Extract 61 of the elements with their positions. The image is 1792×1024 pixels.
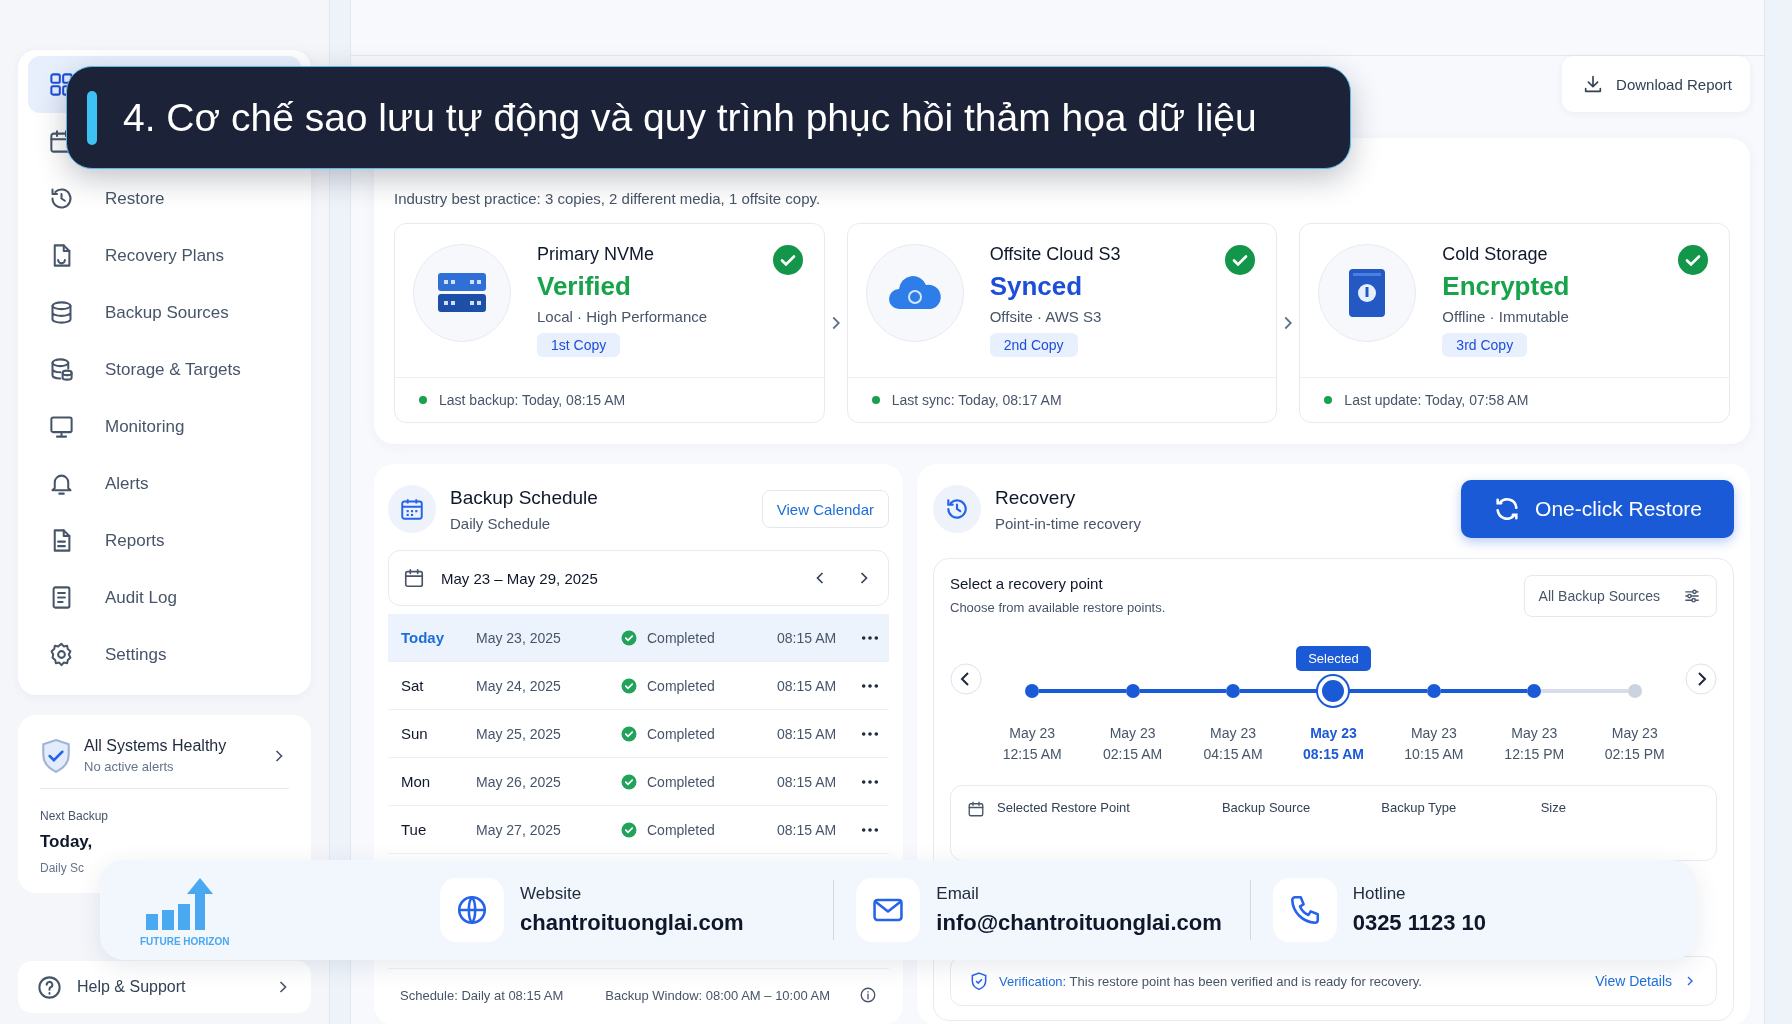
- contact-label: Hotline: [1352, 884, 1407, 904]
- copy-tag: 2nd Copy: [989, 333, 1078, 357]
- column-heading: Backup Type: [1381, 800, 1457, 815]
- day-label: Sun: [401, 725, 429, 742]
- column-heading: Size: [1540, 800, 1566, 815]
- storage-footer-text: Last backup: Today, 08:15 AM: [439, 392, 626, 408]
- date-range: May 23 – May 29, 2025: [441, 569, 599, 587]
- storage-status: Synced: [989, 271, 1083, 302]
- copy-tag: 3rd Copy: [1442, 333, 1528, 357]
- status-text: Completed: [647, 725, 716, 742]
- health-subtitle: No active alerts: [84, 759, 175, 774]
- verification-message: Verification: This restore point has been verified and is ready for recovery.: [999, 973, 1423, 989]
- storage-status: Encrypted: [1442, 271, 1570, 302]
- storage-footer-text: Last sync: Today, 08:17 AM: [891, 392, 1062, 408]
- day-label: Sat: [401, 677, 425, 694]
- recovery-subtitle: Point-in-time recovery: [995, 514, 1142, 532]
- day-label: Tue: [401, 821, 428, 838]
- status-text: Completed: [647, 821, 716, 838]
- backup-window-info: Backup Window: 08:00 AM – 10:00 AM: [605, 987, 832, 1003]
- banner-title: 4. Cơ chế sao lưu tự động và quy trình phục hồi thảm họa dữ liệu: [123, 95, 1257, 140]
- copy-tag: 1st Copy: [537, 333, 621, 357]
- column-heading: Backup Source: [1221, 800, 1311, 815]
- day-label: Today: [401, 629, 446, 646]
- storage-name: Offsite Cloud S3: [989, 244, 1121, 265]
- storage-detail: Offsite · AWS S3: [989, 308, 1102, 325]
- schedule-info: Schedule: Daily at 08:15 AM: [400, 987, 564, 1003]
- time-text: 08:15 AM: [777, 821, 838, 838]
- schedule-title: Backup Schedule: [450, 486, 599, 509]
- next-backup-label: Next Backup: [40, 809, 110, 823]
- status-text: Completed: [647, 677, 716, 694]
- next-backup-note: Daily Sc: [40, 861, 85, 875]
- storage-name: Primary NVMe: [537, 244, 654, 265]
- storage-status: Verified: [537, 271, 631, 302]
- contact-label: Website: [520, 884, 583, 904]
- storage-detail: Offline · Immutable: [1442, 308, 1569, 325]
- brand-name: FUTURE HORIZON: [140, 935, 230, 947]
- section-title: Select a recovery point: [950, 575, 1104, 592]
- time-text: 08:15 AM: [777, 725, 838, 742]
- date-text: May 25, 2025: [476, 725, 562, 742]
- day-label: Mon: [401, 773, 432, 790]
- recovery-title: Recovery: [995, 486, 1077, 509]
- date-text: May 24, 2025: [476, 677, 562, 694]
- date-text: May 27, 2025: [476, 821, 562, 838]
- section-subtitle: Choose from available restore points.: [950, 600, 1166, 615]
- date-text: May 23, 2025: [476, 629, 562, 646]
- health-title: All Systems Healthy: [84, 737, 228, 755]
- schedule-subtitle: Daily Schedule: [450, 514, 552, 532]
- column-heading: Selected Restore Point: [997, 800, 1130, 815]
- time-text: 08:15 AM: [777, 629, 838, 646]
- selected-tag: Selected: [1296, 646, 1371, 671]
- time-text: 08:15 AM: [777, 773, 838, 790]
- contact-label: Email: [936, 884, 980, 904]
- storage-footer-text: Last update: Today, 07:58 AM: [1344, 392, 1529, 408]
- status-text: Completed: [647, 629, 716, 646]
- storage-subtitle: Industry best practice: 3 copies, 2 different media, 1 offsite copy.: [394, 190, 822, 207]
- storage-name: Cold Storage: [1442, 244, 1548, 265]
- next-backup-value: Today,: [40, 832, 94, 852]
- status-text: Completed: [647, 773, 716, 790]
- storage-detail: Local · High Performance: [537, 308, 708, 325]
- date-text: May 26, 2025: [476, 773, 562, 790]
- time-text: 08:15 AM: [777, 677, 838, 694]
